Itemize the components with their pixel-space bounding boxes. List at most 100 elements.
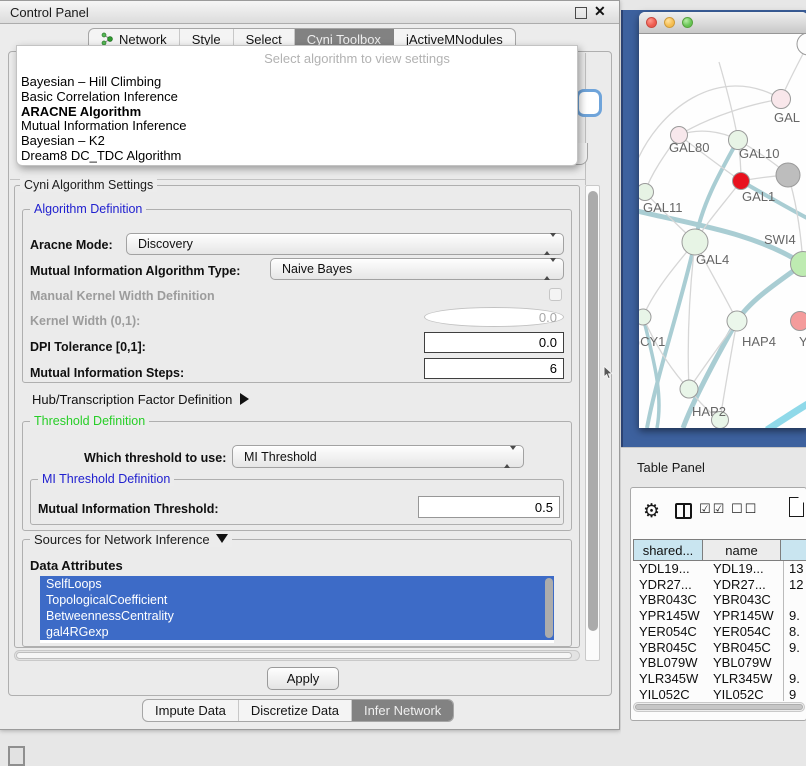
table-row[interactable]: YIL052CYIL052C9 <box>633 687 806 703</box>
table-cell: 13 <box>789 561 803 576</box>
table-row[interactable]: YBR043CYBR043C <box>633 592 806 608</box>
aracne-mode-combo[interactable]: Discovery <box>126 233 564 255</box>
network-window-titlebar[interactable] <box>639 12 806 34</box>
algorithm-option[interactable]: Mutual Information Inference <box>17 119 577 134</box>
table-row[interactable]: YDL19... YDL19... 13 <box>633 561 806 577</box>
network-edge[interactable] <box>689 321 737 389</box>
table-cell: 9. <box>789 640 800 655</box>
which-threshold-value: MI Threshold <box>244 450 317 464</box>
algorithm-popup-list: Bayesian – Hill ClimbingBasic Correlatio… <box>17 75 577 164</box>
network-node-label: GAL4 <box>696 252 729 267</box>
sources-group-title[interactable]: Sources for Network Inference <box>30 532 232 547</box>
mi-steps-value: 6 <box>550 361 557 376</box>
column-header-name[interactable]: name <box>703 539 781 561</box>
network-desktop: GALGAL80GAL10GAL1GAL11GAL4SWI4GCY1HAP4YH… <box>621 10 806 447</box>
settings-hscrollbar-thumb[interactable] <box>16 652 572 659</box>
control-panel-titlebar[interactable]: Control Panel ✕ <box>0 1 619 24</box>
table-cell: YDR27... <box>713 577 766 592</box>
network-node[interactable] <box>776 163 800 187</box>
data-attribute-item[interactable]: SelfLoops <box>40 576 554 592</box>
network-node-label: HAP2 <box>692 404 726 419</box>
mi-threshold-value: 0.5 <box>535 500 553 515</box>
mi-steps-label: Mutual Information Steps: <box>30 366 184 380</box>
table-cell: YLR345W <box>713 671 772 686</box>
columns-icon[interactable] <box>675 503 692 519</box>
network-node[interactable] <box>791 312 806 331</box>
network-edge[interactable] <box>788 175 803 264</box>
algorithm-option[interactable]: ARACNE Algorithm <box>17 105 577 120</box>
mi-steps-field[interactable]: 6 <box>424 358 564 379</box>
tab-impute-data[interactable]: Impute Data <box>143 700 239 721</box>
apply-button[interactable]: Apply <box>267 667 339 690</box>
hub-definition-expander[interactable]: Hub/Transcription Factor Definition <box>32 392 249 407</box>
dpi-tolerance-value: 0.0 <box>539 335 557 350</box>
network-node[interactable] <box>797 34 806 55</box>
table-cell: YBR043C <box>713 592 771 607</box>
tab-infer-network[interactable]: Infer Network <box>352 700 453 721</box>
network-node-label: GAL11 <box>643 200 683 215</box>
table-panel-title: Table Panel <box>637 460 705 475</box>
gear-icon[interactable]: ⚙ <box>643 500 660 522</box>
control-panel-title: Control Panel <box>10 5 89 20</box>
table-hscrollbar[interactable] <box>633 702 805 712</box>
aracne-mode-value: Discovery <box>138 237 193 251</box>
table-row[interactable]: YLR345WYLR345W9. <box>633 671 806 687</box>
algorithm-option[interactable]: Bayesian – Hill Climbing <box>17 75 577 90</box>
kernel-width-field[interactable]: 0.0 <box>424 307 564 327</box>
network-edge[interactable] <box>767 402 806 428</box>
focused-combo-fragment <box>576 89 602 117</box>
document-icon[interactable] <box>789 497 804 517</box>
table-row[interactable]: YPR145WYPR145W9. <box>633 608 806 624</box>
network-node[interactable] <box>639 184 654 201</box>
settings-vscrollbar[interactable] <box>585 185 600 661</box>
manual-kernel-checkbox[interactable] <box>549 288 562 301</box>
data-attribute-item[interactable]: BetweennessCentrality <box>40 608 554 624</box>
which-threshold-label: Which threshold to use: <box>84 451 226 465</box>
column-header-partial[interactable] <box>781 539 806 561</box>
table-row[interactable]: YBR045CYBR045C9. <box>633 640 806 656</box>
mi-type-combo[interactable]: Naive Bayes <box>270 258 564 280</box>
data-attribute-item[interactable]: TopologicalCoefficient <box>40 592 554 608</box>
float-icon[interactable] <box>575 7 587 19</box>
network-node[interactable] <box>772 90 791 109</box>
data-attributes-list[interactable]: SelfLoopsTopologicalCoefficientBetweenne… <box>40 576 554 643</box>
mi-threshold-field[interactable]: 0.5 <box>418 496 560 518</box>
table-cell: YPR145W <box>713 608 774 623</box>
table-row[interactable]: YBL079WYBL079W <box>633 655 806 671</box>
tab-discretize-data[interactable]: Discretize Data <box>239 700 352 721</box>
algorithm-option[interactable]: Dream8 DC_TDC Algorithm <box>17 149 577 164</box>
close-icon[interactable]: ✕ <box>594 3 606 20</box>
network-canvas[interactable]: GALGAL80GAL10GAL1GAL11GAL4SWI4GCY1HAP4YH… <box>639 34 806 428</box>
close-traffic-light-icon[interactable] <box>646 17 657 28</box>
deselect-all-checkboxes-icon[interactable]: ☐☐ <box>731 502 758 517</box>
zoom-traffic-light-icon[interactable] <box>682 17 693 28</box>
table-hscrollbar-thumb[interactable] <box>635 704 803 710</box>
algorithm-option[interactable]: Basic Correlation Inference <box>17 90 577 105</box>
data-attribute-item[interactable]: gal4RGexp <box>40 624 554 640</box>
which-threshold-combo[interactable]: MI Threshold <box>232 445 524 468</box>
panel-corner-button[interactable] <box>8 746 25 766</box>
settings-hscrollbar[interactable] <box>14 650 580 661</box>
network-node[interactable] <box>680 380 698 398</box>
network-node[interactable] <box>727 311 747 331</box>
network-edge[interactable] <box>719 62 738 140</box>
dpi-tolerance-label: DPI Tolerance [0,1]: <box>30 340 146 354</box>
column-header-shared-name[interactable]: shared... <box>633 539 703 561</box>
expander-arrow-icon <box>240 393 249 405</box>
table-row[interactable]: YER054CYER054C8. <box>633 624 806 640</box>
table-row[interactable]: YDR27...YDR27...12 <box>633 577 806 593</box>
table-cell: YDL19... <box>639 561 690 576</box>
table-cell: YDL19... <box>713 561 764 576</box>
attributes-list-scrollbar[interactable] <box>545 578 553 638</box>
tab-discretize-data-label: Discretize Data <box>251 703 339 718</box>
algorithm-option[interactable]: Bayesian – K2 <box>17 134 577 149</box>
network-node-label: GAL80 <box>669 140 709 155</box>
dpi-tolerance-field[interactable]: 0.0 <box>424 332 564 353</box>
network-node[interactable] <box>733 173 750 190</box>
minimize-traffic-light-icon[interactable] <box>664 17 675 28</box>
settings-vscrollbar-thumb[interactable] <box>588 191 598 631</box>
select-all-checkboxes-icon[interactable]: ☑☑ <box>699 502 726 517</box>
network-node[interactable] <box>639 309 651 325</box>
table-cell: 9. <box>789 608 800 623</box>
kernel-width-value: 0.0 <box>539 310 557 325</box>
